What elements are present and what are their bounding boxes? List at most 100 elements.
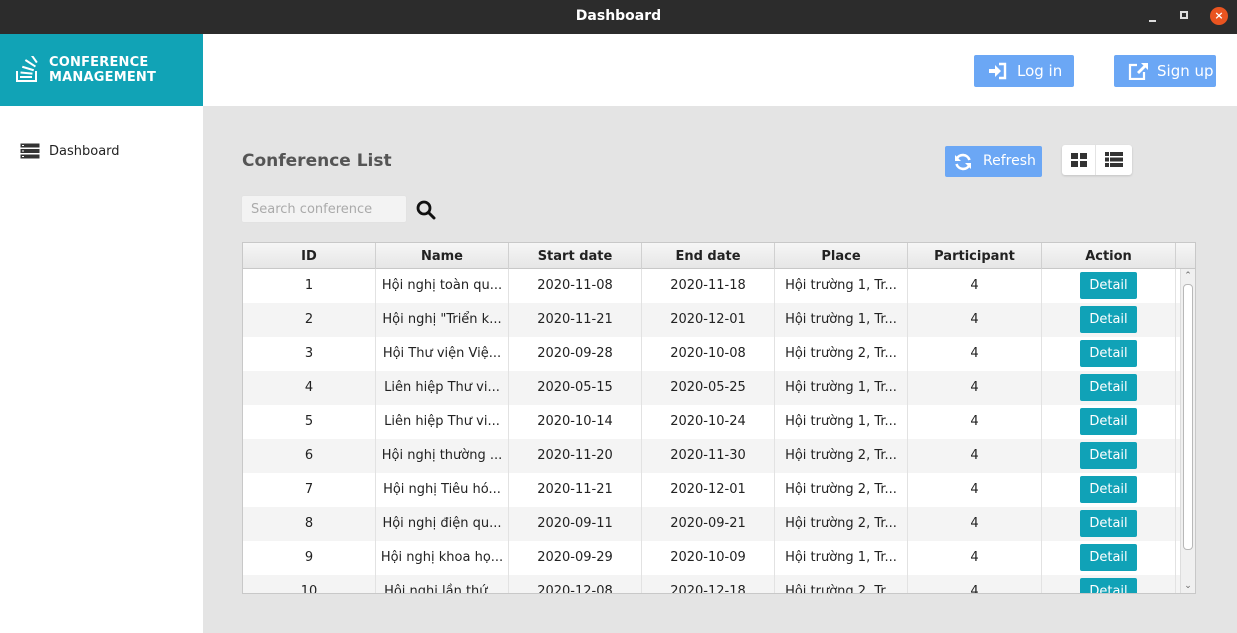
column-header-end-date[interactable]: End date <box>642 243 775 269</box>
scroll-up-arrow[interactable]: ⌃ <box>1181 269 1195 283</box>
table-body: 1 Hội nghị toàn qu... 2020-11-08 2020-11-18… <box>243 269 1180 593</box>
column-header-participant[interactable]: Participant <box>908 243 1042 269</box>
brand-panel: CONFERENCE MANAGEMENT <box>0 34 203 106</box>
sidebar-item-label: Dashboard <box>49 144 120 159</box>
cell-start-date: 2020-11-21 <box>509 303 642 337</box>
close-button[interactable]: × <box>1210 7 1228 25</box>
cell-id: 9 <box>243 541 376 575</box>
cell-participant: 4 <box>908 371 1042 405</box>
cell-end-date: 2020-12-01 <box>642 303 775 337</box>
refresh-button[interactable]: Refresh <box>945 146 1042 177</box>
cell-participant: 4 <box>908 575 1042 593</box>
cell-participant: 4 <box>908 473 1042 507</box>
cell-id: 4 <box>243 371 376 405</box>
cell-place: Hội trường 1, Tr... <box>775 405 908 439</box>
cell-start-date: 2020-12-08 <box>509 575 642 593</box>
scroll-down-arrow[interactable]: ⌄ <box>1181 579 1195 593</box>
column-header-start-date[interactable]: Start date <box>509 243 642 269</box>
cell-name: Hội Thư viện Việ... <box>376 337 509 371</box>
search-icon[interactable] <box>416 200 436 220</box>
vertical-scrollbar[interactable]: ⌃ ⌄ <box>1180 269 1195 593</box>
cell-name: Hội nghị lần thứ... <box>376 575 509 593</box>
brand-line-1: CONFERENCE <box>49 55 149 70</box>
detail-button[interactable]: Detail <box>1080 476 1137 503</box>
login-button[interactable]: Log in <box>974 55 1074 87</box>
sidebar-item-dashboard[interactable]: Dashboard <box>20 142 190 162</box>
cell-id: 8 <box>243 507 376 541</box>
cell-name: Hội nghị điện qu... <box>376 507 509 541</box>
cell-id: 6 <box>243 439 376 473</box>
cell-place: Hội trường 2, Tr... <box>775 507 908 541</box>
cell-start-date: 2020-10-14 <box>509 405 642 439</box>
view-toggle <box>1062 145 1132 175</box>
table-row[interactable]: 6 Hội nghị thường ... 2020-11-20 2020-11-30… <box>243 439 1180 473</box>
table-row[interactable]: 10 Hội nghị lần thứ... 2020-12-08 2020-12-1… <box>243 575 1180 593</box>
cell-action: Detail <box>1042 439 1176 473</box>
cell-participant: 4 <box>908 269 1042 303</box>
cell-start-date: 2020-11-21 <box>509 473 642 507</box>
cell-end-date: 2020-05-25 <box>642 371 775 405</box>
column-header-name[interactable]: Name <box>376 243 509 269</box>
table-row[interactable]: 9 Hội nghị khoa họ... 2020-09-29 2020-10-09… <box>243 541 1180 575</box>
column-header-id[interactable]: ID <box>243 243 376 269</box>
cell-place: Hội trường 2, Tr... <box>775 337 908 371</box>
refresh-icon <box>955 153 971 171</box>
table-row[interactable]: 2 Hội nghị "Triển k... 2020-11-21 2020-12-0… <box>243 303 1180 337</box>
scrollbar-thumb[interactable] <box>1183 284 1193 550</box>
cell-action: Detail <box>1042 371 1176 405</box>
signup-button[interactable]: Sign up <box>1114 55 1216 87</box>
detail-button[interactable]: Detail <box>1080 272 1137 299</box>
detail-button[interactable]: Detail <box>1080 408 1137 435</box>
table-row[interactable]: 7 Hội nghị Tiêu hó... 2020-11-21 2020-12-01… <box>243 473 1180 507</box>
cell-place: Hội trường 2, Tr... <box>775 575 908 593</box>
cell-place: Hội trường 2, Tr... <box>775 473 908 507</box>
maximize-button[interactable] <box>1177 8 1193 24</box>
table-row[interactable]: 4 Liên hiệp Thư vi... 2020-05-15 2020-05-25… <box>243 371 1180 405</box>
cell-name: Hội nghị thường ... <box>376 439 509 473</box>
cell-action: Detail <box>1042 303 1176 337</box>
cell-end-date: 2020-10-08 <box>642 337 775 371</box>
cell-end-date: 2020-10-24 <box>642 405 775 439</box>
detail-button[interactable]: Detail <box>1080 374 1137 401</box>
table-row[interactable]: 5 Liên hiệp Thư vi... 2020-10-14 2020-10-24… <box>243 405 1180 439</box>
table-row[interactable]: 3 Hội Thư viện Việ... 2020-09-28 2020-10-08… <box>243 337 1180 371</box>
cell-participant: 4 <box>908 541 1042 575</box>
brand-line-2: MANAGEMENT <box>49 70 157 85</box>
table-row[interactable]: 1 Hội nghị toàn qu... 2020-11-08 2020-11-18… <box>243 269 1180 303</box>
detail-button[interactable]: Detail <box>1080 544 1137 571</box>
cell-start-date: 2020-09-11 <box>509 507 642 541</box>
cell-end-date: 2020-09-21 <box>642 507 775 541</box>
detail-button[interactable]: Detail <box>1080 578 1137 593</box>
cell-name: Liên hiệp Thư vi... <box>376 405 509 439</box>
grid-view-button[interactable] <box>1062 145 1096 175</box>
search-input[interactable] <box>241 195 407 223</box>
table-header: ID Name Start date End date Place Partic… <box>243 243 1195 269</box>
column-header-action[interactable]: Action <box>1042 243 1176 269</box>
minimize-button[interactable] <box>1146 8 1162 24</box>
cell-action: Detail <box>1042 337 1176 371</box>
detail-button[interactable]: Detail <box>1080 306 1137 333</box>
cell-action: Detail <box>1042 575 1176 593</box>
login-label: Log in <box>1017 62 1063 80</box>
list-icon <box>1105 152 1123 167</box>
signup-label: Sign up <box>1157 62 1214 80</box>
cell-action: Detail <box>1042 473 1176 507</box>
table-row[interactable]: 8 Hội nghị điện qu... 2020-09-11 2020-09-21… <box>243 507 1180 541</box>
list-view-button[interactable] <box>1097 145 1132 175</box>
cell-participant: 4 <box>908 507 1042 541</box>
cell-id: 10 <box>243 575 376 593</box>
login-icon <box>989 62 1007 80</box>
cell-id: 1 <box>243 269 376 303</box>
cell-id: 5 <box>243 405 376 439</box>
cell-start-date: 2020-09-28 <box>509 337 642 371</box>
cell-name: Hội nghị toàn qu... <box>376 269 509 303</box>
detail-button[interactable]: Detail <box>1080 340 1137 367</box>
cell-start-date: 2020-11-08 <box>509 269 642 303</box>
brand-name: CONFERENCE MANAGEMENT <box>49 55 156 85</box>
detail-button[interactable]: Detail <box>1080 510 1137 537</box>
cell-name: Liên hiệp Thư vi... <box>376 371 509 405</box>
column-header-place[interactable]: Place <box>775 243 908 269</box>
cell-end-date: 2020-12-01 <box>642 473 775 507</box>
detail-button[interactable]: Detail <box>1080 442 1137 469</box>
cell-action: Detail <box>1042 405 1176 439</box>
